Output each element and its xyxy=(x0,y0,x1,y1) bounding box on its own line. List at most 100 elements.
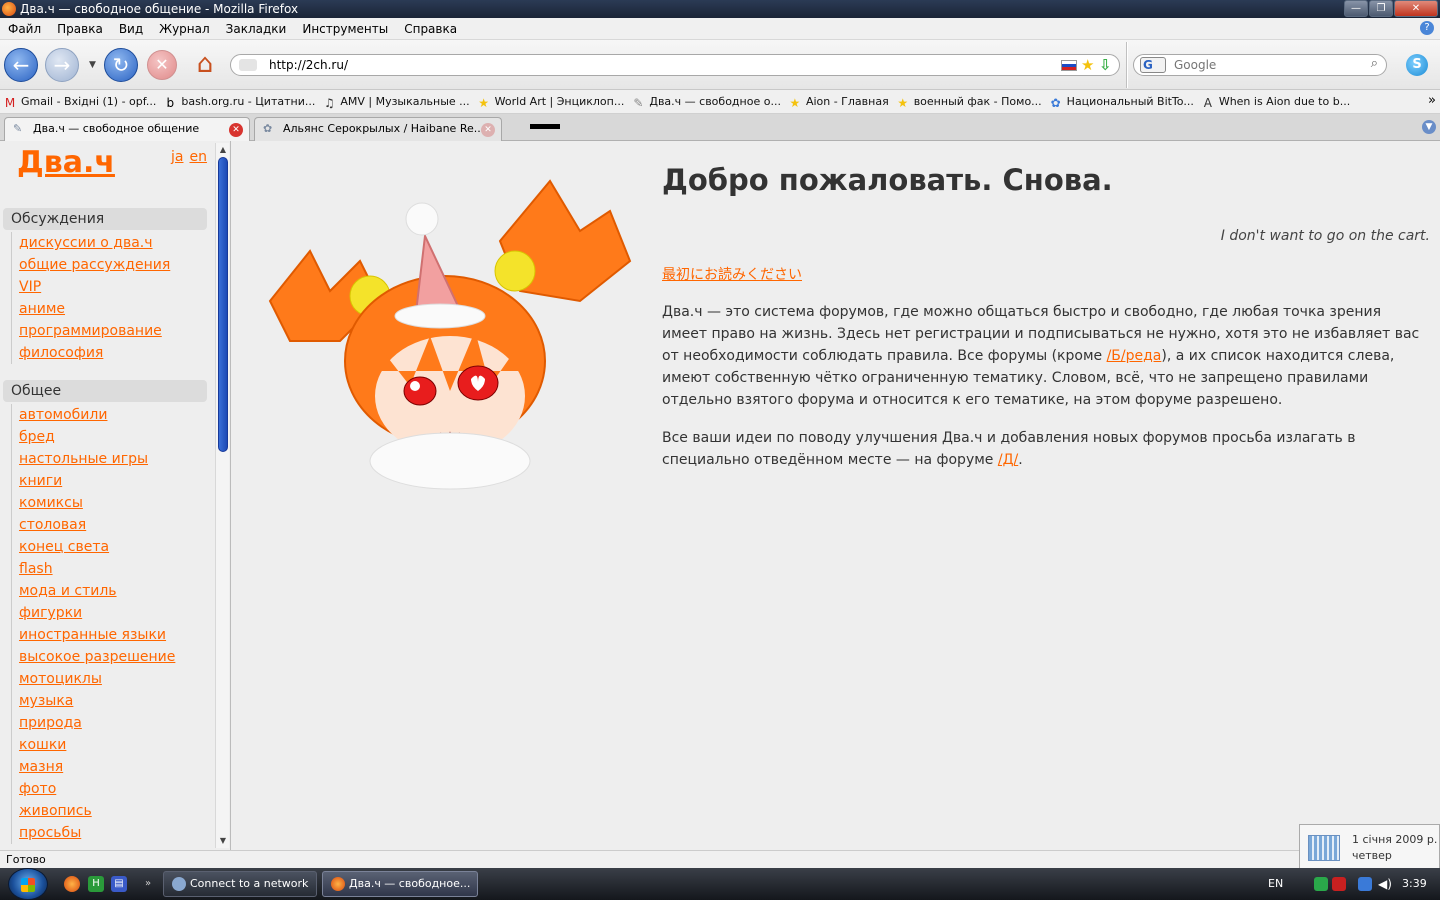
scroll-down-icon[interactable]: ▼ xyxy=(216,834,230,848)
site-logo[interactable]: Два.ч xyxy=(17,145,115,180)
board-link[interactable]: настольные игры xyxy=(12,448,207,470)
board-link[interactable]: flash xyxy=(12,558,207,580)
close-button[interactable]: ✕ xyxy=(1394,0,1438,17)
board-list-general: автомобили бред настольные игры книги комикс… xyxy=(11,404,207,844)
menu-help[interactable]: Справка xyxy=(396,18,465,40)
menu-view[interactable]: Вид xyxy=(111,18,151,40)
d-board-link[interactable]: /Д/ xyxy=(998,452,1018,468)
app-quicklaunch-icon-2[interactable]: ▤ xyxy=(111,876,127,892)
address-bar[interactable]: ★ ⇩ xyxy=(230,54,1120,76)
menu-file[interactable]: Файл xyxy=(0,18,49,40)
close-tab-icon[interactable]: ✕ xyxy=(229,123,243,137)
bookmark-item[interactable]: ★ Aion - Главная xyxy=(785,90,893,113)
board-link[interactable]: VIP xyxy=(12,276,207,298)
bookmark-star-icon[interactable]: ★ xyxy=(1081,56,1094,74)
bookmark-item[interactable]: M Gmail - Вхідні (1) - opf... xyxy=(0,90,160,113)
bookmark-item[interactable]: b bash.org.ru - Цитатни... xyxy=(160,90,319,113)
menu-edit[interactable]: Правка xyxy=(49,18,111,40)
minimize-button[interactable]: — xyxy=(1344,0,1368,17)
network-tray-icon[interactable] xyxy=(1358,877,1372,891)
firefox-quicklaunch-icon[interactable] xyxy=(64,876,80,892)
stop-button[interactable]: ✕ xyxy=(147,50,177,80)
board-link[interactable]: мотоциклы xyxy=(12,668,207,690)
bookmark-item[interactable]: ♫ AMV | Музыкальные ... xyxy=(319,90,473,113)
board-link[interactable]: дискуссии о два.ч xyxy=(12,232,207,254)
bookmark-item[interactable]: ✎ Два.ч — свободное о... xyxy=(628,90,785,113)
tab-dvach[interactable]: ✎ Два.ч — свободное общение ✕ xyxy=(4,117,250,141)
board-link[interactable]: природа xyxy=(12,712,207,734)
history-dropdown-icon[interactable]: ▼ xyxy=(89,60,96,70)
board-link[interactable]: живопись xyxy=(12,800,207,822)
firefox-window: Два.ч — свободное общение - Mozilla Fire… xyxy=(0,0,1440,900)
read-first-link[interactable]: 最初にお読みください xyxy=(662,264,802,284)
board-link[interactable]: иностранные языки xyxy=(12,624,207,646)
board-link[interactable]: мазня xyxy=(12,756,207,778)
list-all-tabs-icon[interactable]: ▼ xyxy=(1422,120,1436,134)
search-engine-selector[interactable]: G xyxy=(1140,57,1166,73)
board-link[interactable]: программирование xyxy=(12,320,207,342)
board-link[interactable]: музыка xyxy=(12,690,207,712)
section-header-discussions[interactable]: Обсуждения xyxy=(3,208,207,230)
quicklaunch-more-icon[interactable]: » xyxy=(140,876,156,892)
skype-icon[interactable]: S xyxy=(1406,54,1428,76)
task-connect-network[interactable]: Connect to a network xyxy=(163,871,317,897)
start-button[interactable] xyxy=(8,868,48,900)
board-link[interactable]: философия xyxy=(12,342,207,364)
b-board-link[interactable]: /Б/реда xyxy=(1107,348,1162,364)
board-link[interactable]: автомобили xyxy=(12,404,207,426)
menu-bookmarks[interactable]: Закладки xyxy=(218,18,295,40)
menu-history[interactable]: Журнал xyxy=(151,18,218,40)
section-header-general[interactable]: Общее xyxy=(3,380,207,402)
bookmark-item[interactable]: ★ World Art | Энциклоп... xyxy=(474,90,629,113)
menu-tools[interactable]: Инструменты xyxy=(294,18,396,40)
clock[interactable]: 3:39 xyxy=(1402,868,1427,900)
sidebar-scrollbar[interactable]: ▲ ▼ xyxy=(215,143,229,848)
language-indicator[interactable]: EN xyxy=(1268,868,1283,900)
board-link[interactable]: фото xyxy=(12,778,207,800)
bookmark-label: bash.org.ru - Цитатни... xyxy=(181,95,316,108)
board-link[interactable]: комиксы xyxy=(12,492,207,514)
search-bar[interactable]: G ⌕ xyxy=(1133,54,1387,76)
bookmark-favicon-icon: ♫ xyxy=(323,96,335,110)
board-link[interactable]: фигурки xyxy=(12,602,207,624)
back-button[interactable]: ← xyxy=(4,48,38,82)
board-link[interactable]: аниме xyxy=(12,298,207,320)
home-button[interactable]: ⌂ xyxy=(188,48,222,82)
task-firefox[interactable]: Два.ч — свободное... xyxy=(322,871,478,897)
search-input[interactable] xyxy=(1174,57,1359,73)
firefox-icon xyxy=(2,2,16,16)
close-tab-icon[interactable]: ✕ xyxy=(481,123,495,137)
board-link[interactable]: бред xyxy=(12,426,207,448)
site-identity-icon[interactable] xyxy=(239,59,257,71)
help-icon[interactable]: ? xyxy=(1420,21,1434,35)
lang-en-link[interactable]: en xyxy=(189,149,207,165)
board-link[interactable]: мода и стиль xyxy=(12,580,207,602)
reload-button[interactable]: ↻ xyxy=(104,48,138,82)
maximize-button[interactable]: ❐ xyxy=(1369,0,1393,17)
taskbar: H ▤ » Connect to a network Два.ч — свобо… xyxy=(0,868,1440,900)
tray-app-icon[interactable] xyxy=(1314,877,1328,891)
go-arrow-icon[interactable]: ⇩ xyxy=(1099,56,1112,74)
scrollbar-thumb[interactable] xyxy=(218,157,228,452)
bookmark-item[interactable]: ✿ Национальный BitTo... xyxy=(1046,90,1198,113)
tray-antivirus-icon[interactable] xyxy=(1332,877,1346,891)
app-quicklaunch-icon[interactable]: H xyxy=(88,876,104,892)
board-link[interactable]: высокое разрешение xyxy=(12,646,207,668)
board-link[interactable]: столовая xyxy=(12,514,207,536)
url-input[interactable] xyxy=(269,57,1049,73)
board-link[interactable]: книги xyxy=(12,470,207,492)
bookmark-item[interactable]: ★ военный фак - Помо... xyxy=(893,90,1046,113)
scroll-up-icon[interactable]: ▲ xyxy=(216,143,230,157)
board-link[interactable]: кошки xyxy=(12,734,207,756)
forward-button[interactable]: → xyxy=(45,48,79,82)
volume-icon[interactable]: ◀) xyxy=(1378,877,1392,891)
board-link[interactable]: конец света xyxy=(12,536,207,558)
search-icon[interactable]: ⌕ xyxy=(1371,56,1378,71)
board-link[interactable]: просьбы xyxy=(12,822,207,844)
bookmarks-overflow-icon[interactable]: » xyxy=(1428,90,1436,112)
lang-ja-link[interactable]: ja xyxy=(171,149,183,165)
page-title: Добро пожаловать. Снова. xyxy=(662,163,1113,197)
bookmark-item[interactable]: A When is Aion due to b... xyxy=(1198,90,1354,113)
tab-haibane[interactable]: ✿ Альянс Серокрылых / Haibane Re... ✕ xyxy=(254,117,502,141)
board-link[interactable]: общие рассуждения xyxy=(12,254,207,276)
